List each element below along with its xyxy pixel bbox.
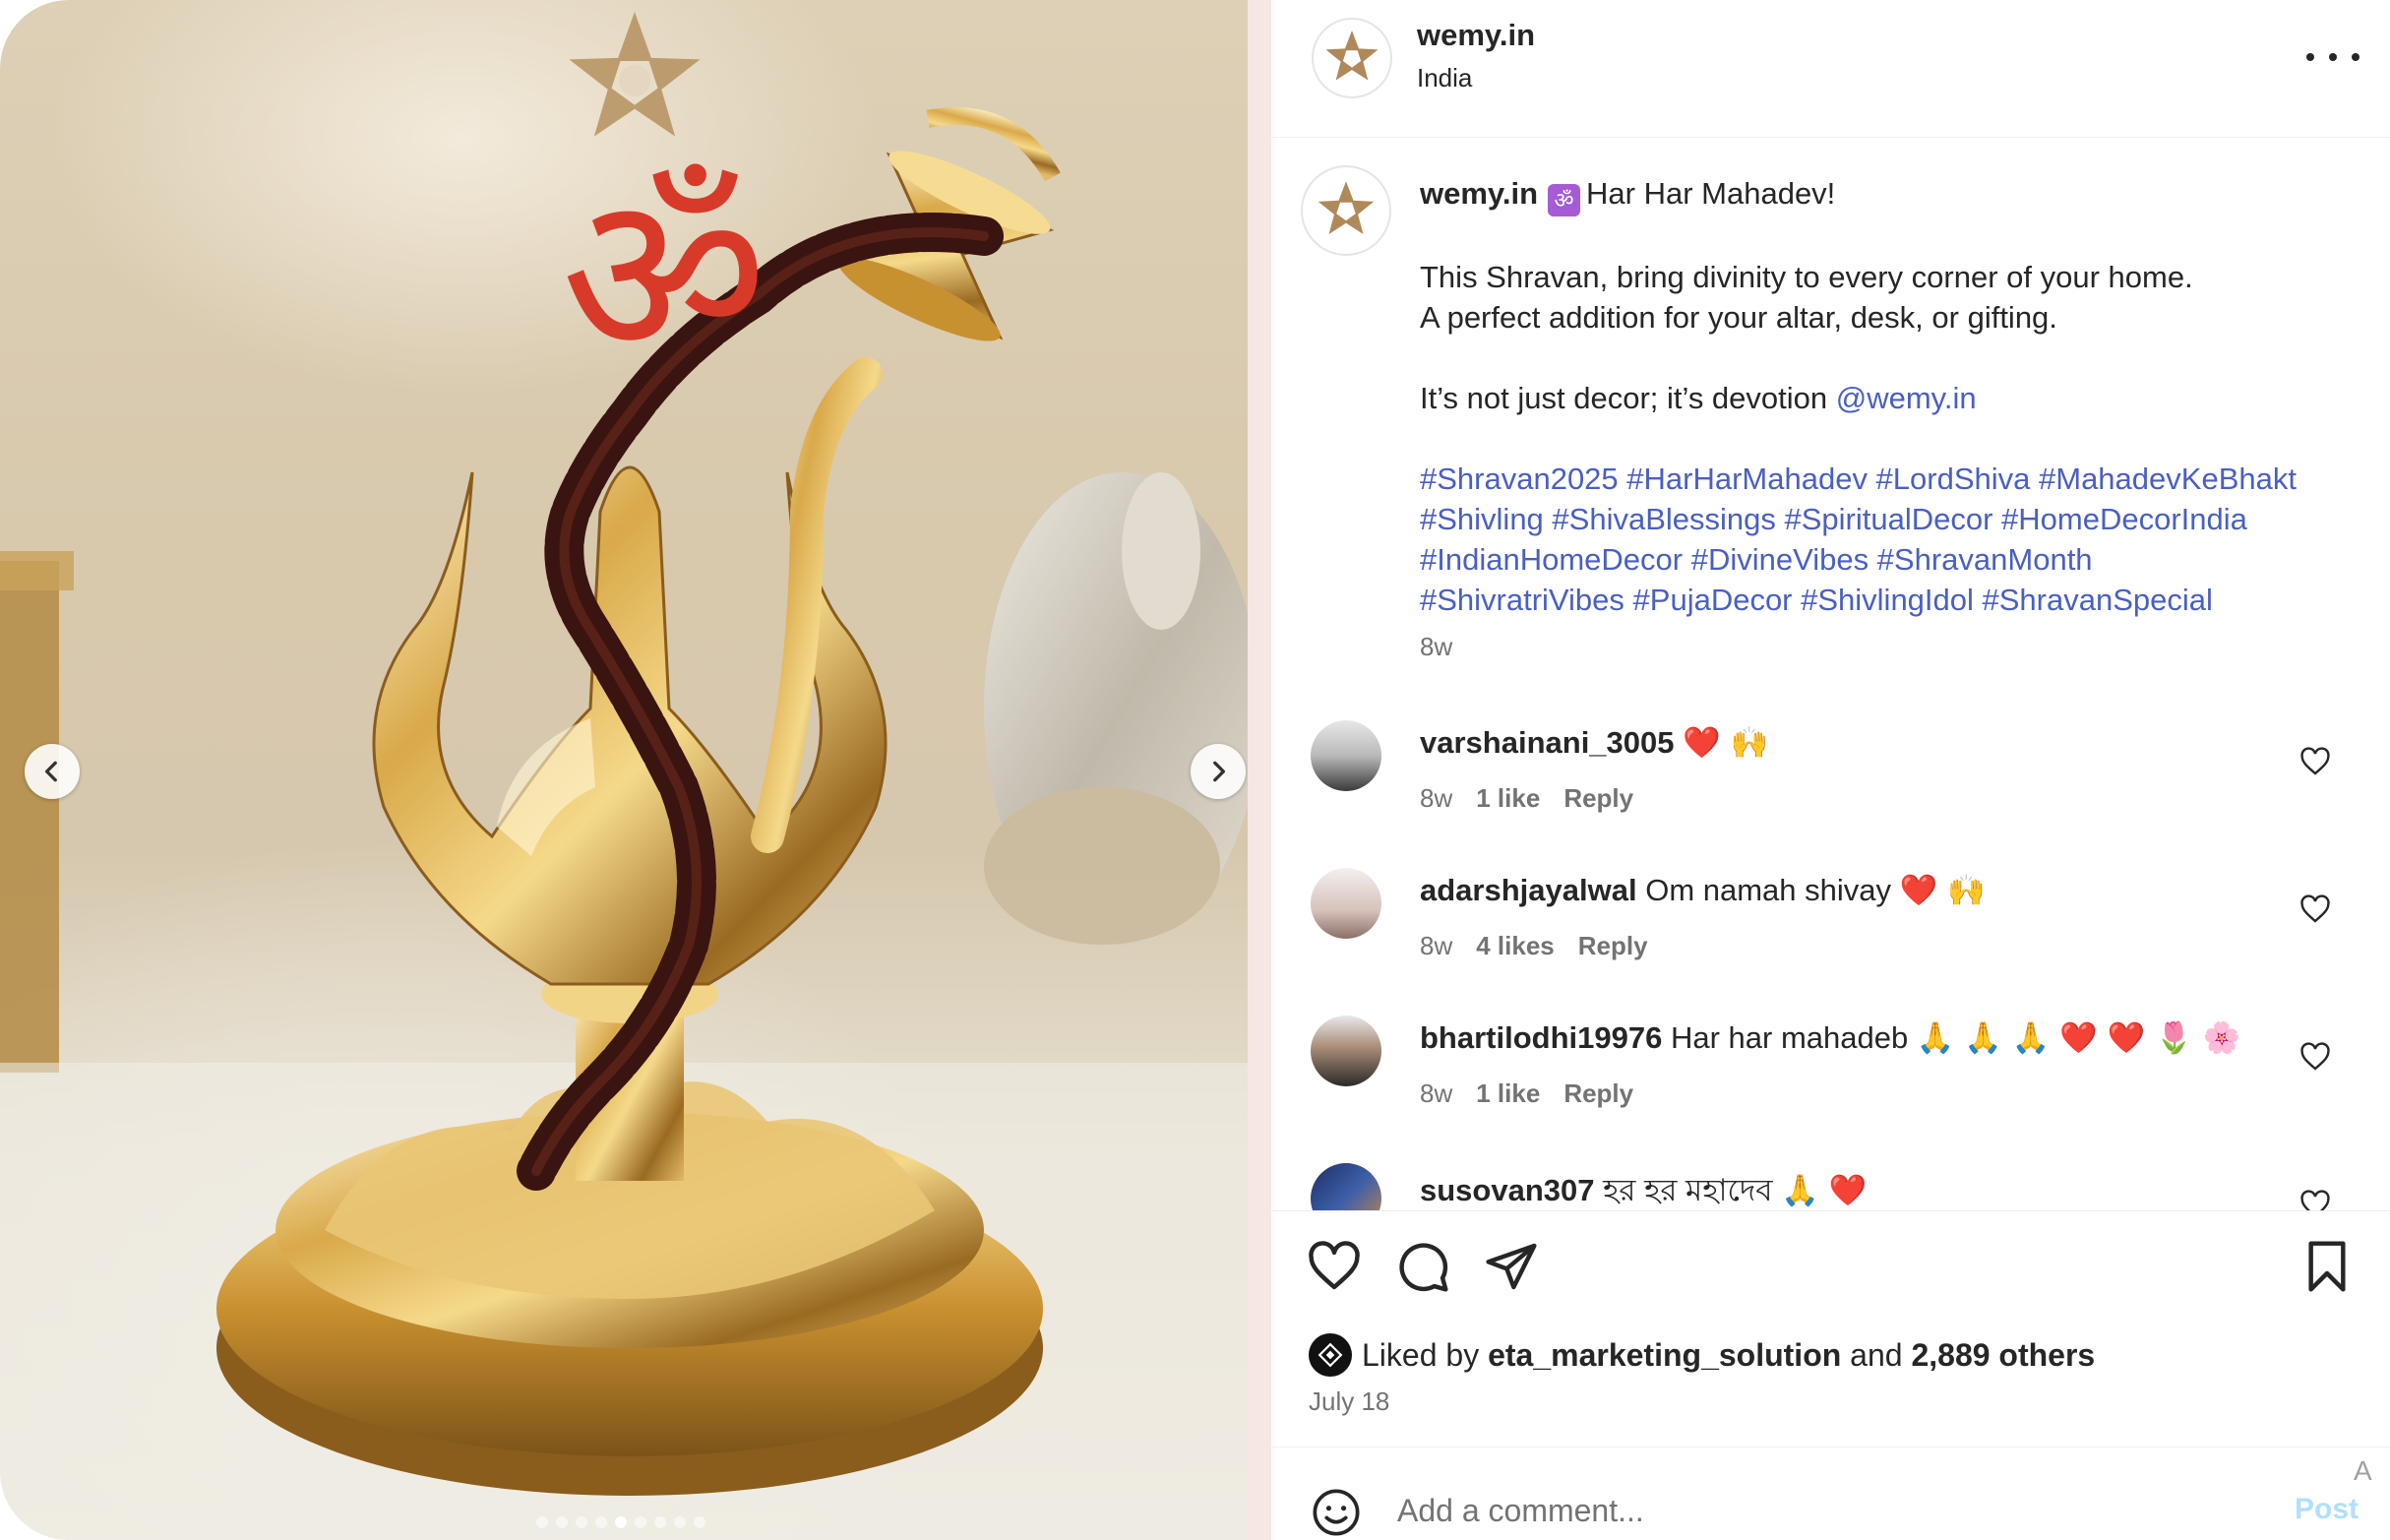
- post-caption: wemy.in ॐ Har Har Mahadev! This Shravan, b…: [1420, 173, 2364, 620]
- like-comment-heart-icon[interactable]: [2299, 746, 2331, 777]
- liked-by-others[interactable]: 2,889 others: [1911, 1337, 2095, 1374]
- post-image[interactable]: ॐ: [0, 0, 1248, 1540]
- comment-username[interactable]: susovan307: [1420, 1173, 1595, 1207]
- commenter-avatar[interactable]: [1311, 868, 1381, 939]
- post-comment-button[interactable]: Post: [2295, 1493, 2359, 1526]
- more-dot-icon: [2352, 53, 2359, 61]
- next-slide-button[interactable]: [1191, 744, 1246, 799]
- chevron-right-icon: [1213, 761, 1226, 782]
- comment-text: Har har mahadeb: [1670, 1020, 1909, 1055]
- diamond-logo-icon: [1318, 1342, 1343, 1368]
- reply-button[interactable]: Reply: [1563, 783, 1633, 813]
- wemy-logo-icon: [1325, 31, 1379, 81]
- carousel-indicator: [536, 1516, 705, 1528]
- comment-emoji: 🙏 ❤️: [1781, 1173, 1868, 1208]
- comment-time[interactable]: 8w: [1420, 1078, 1452, 1108]
- comment-emoji: ❤️ 🙌: [1899, 873, 1986, 908]
- hashtag-line[interactable]: #ShivratriVibes #PujaDecor #ShivlingIdol…: [1420, 580, 2364, 620]
- corner-letter: A: [2354, 1455, 2372, 1486]
- like-comment-heart-icon[interactable]: [2299, 1041, 2331, 1073]
- carousel-dot: [556, 1516, 568, 1528]
- bookmark-icon[interactable]: [2299, 1239, 2355, 1294]
- chevron-left-icon: [44, 761, 57, 782]
- caption-timestamp[interactable]: 8w: [1420, 632, 1452, 662]
- post-header: wemy.in India: [1271, 0, 2390, 138]
- carousel-dot: [595, 1516, 607, 1528]
- comment-text: Om namah shivay: [1645, 873, 1892, 907]
- reply-button[interactable]: Reply: [1578, 931, 1648, 960]
- emoji-picker-icon[interactable]: [1311, 1487, 1362, 1538]
- carousel-dot: [654, 1516, 666, 1528]
- comment-emoji: 🙏 🙏 🙏 ❤️ ❤️ 🌷 🌸: [1916, 1020, 2241, 1056]
- post-location[interactable]: India: [1417, 63, 1472, 93]
- likes-summary[interactable]: Liked by eta_marketing_solution and 2,88…: [1309, 1333, 2095, 1377]
- comment-likes[interactable]: 4 likes: [1476, 931, 1555, 960]
- commenter-avatar[interactable]: [1311, 1016, 1381, 1086]
- mention-link[interactable]: @wemy.in: [1836, 381, 1977, 415]
- comment-username[interactable]: varshainani_3005: [1420, 725, 1675, 760]
- like-comment-heart-icon[interactable]: [2299, 1189, 2331, 1210]
- comment-likes[interactable]: 1 like: [1476, 783, 1540, 813]
- hashtag-line[interactable]: #IndianHomeDecor #DivineVibes #ShravanMo…: [1420, 539, 2364, 580]
- carousel-dot-active: [615, 1516, 627, 1528]
- post-actions: Liked by eta_marketing_solution and 2,88…: [1271, 1210, 2390, 1447]
- carousel-dot: [576, 1516, 587, 1528]
- comment-likes[interactable]: 1 like: [1476, 1078, 1540, 1108]
- liked-by-user[interactable]: eta_marketing_solution: [1488, 1337, 1841, 1374]
- reply-button[interactable]: Reply: [1563, 1078, 1633, 1108]
- comment-input[interactable]: [1397, 1485, 2204, 1536]
- comment-item: susovan307 হর হর মহাদেব 🙏 ❤️: [1271, 1163, 2390, 1210]
- wemy-logo-icon: [1318, 181, 1375, 235]
- caption-title: Har Har Mahadev!: [1586, 176, 1836, 211]
- comments-list[interactable]: varshainani_3005 ❤️ 🙌 8w 1 like Reply adar…: [1271, 689, 2390, 1210]
- hashtag-line[interactable]: #Shivling #ShivaBlessings #SpiritualDeco…: [1420, 499, 2364, 539]
- om-emoji-icon: ॐ: [1548, 184, 1581, 216]
- author-avatar[interactable]: [1312, 18, 1392, 98]
- commenter-avatar[interactable]: [1311, 1163, 1381, 1210]
- comment-username[interactable]: adarshjayalwal: [1420, 873, 1637, 907]
- post-date[interactable]: July 18: [1309, 1386, 1389, 1417]
- like-heart-icon[interactable]: [1307, 1239, 1362, 1294]
- author-username[interactable]: wemy.in: [1417, 18, 1535, 53]
- liked-by-and: and: [1850, 1336, 1903, 1373]
- caption-author-avatar[interactable]: [1301, 165, 1391, 256]
- carousel-dot: [674, 1516, 686, 1528]
- comment-emoji: ❤️ 🙌: [1683, 725, 1769, 761]
- caption-line: A perfect addition for your altar, desk,…: [1420, 300, 2057, 335]
- comment-item: varshainani_3005 ❤️ 🙌 8w 1 like Reply: [1271, 720, 2390, 838]
- carousel-dot: [536, 1516, 548, 1528]
- commenter-avatar[interactable]: [1311, 720, 1381, 791]
- caption-line: This Shravan, bring divinity to every co…: [1420, 260, 2193, 294]
- add-comment-bar: Post A: [1271, 1447, 2390, 1540]
- caption-username[interactable]: wemy.in: [1420, 176, 1538, 211]
- om-symbol: ॐ: [561, 146, 767, 408]
- comment-time[interactable]: 8w: [1420, 931, 1452, 960]
- panel-divider: [1248, 0, 1271, 1540]
- previous-slide-button[interactable]: [25, 744, 80, 799]
- hashtag-line[interactable]: #Shravan2025 #HarHarMahadev #LordShiva #…: [1420, 459, 2364, 499]
- more-options-button[interactable]: [2306, 39, 2359, 75]
- liker-avatar[interactable]: [1309, 1333, 1352, 1377]
- like-comment-heart-icon[interactable]: [2299, 893, 2331, 925]
- comment-item: bhartilodhi19976 Har har mahadeb 🙏 🙏 🙏 ❤…: [1271, 1016, 2390, 1134]
- comment-item: adarshjayalwal Om namah shivay ❤️ 🙌 8w 4 …: [1271, 868, 2390, 986]
- more-dot-icon: [2306, 53, 2314, 61]
- comment-time[interactable]: 8w: [1420, 783, 1452, 813]
- carousel-dot: [635, 1516, 646, 1528]
- product-photo: ॐ: [0, 12, 1248, 1540]
- watermark-logo: [569, 12, 701, 137]
- more-dot-icon: [2329, 53, 2337, 61]
- liked-by-prefix: Liked by: [1362, 1336, 1480, 1373]
- post-details-panel: wemy.in India wemy.in ॐ Har Har Mahadev! T…: [1271, 0, 2390, 1540]
- carousel-dot: [694, 1516, 705, 1528]
- comment-bubble-icon[interactable]: [1395, 1239, 1450, 1294]
- caption-line: It’s not just decor; it’s devotion: [1420, 381, 1828, 415]
- comment-text: হর হর মহাদেব: [1603, 1173, 1773, 1207]
- share-send-icon[interactable]: [1484, 1239, 1539, 1294]
- comment-username[interactable]: bhartilodhi19976: [1420, 1020, 1662, 1055]
